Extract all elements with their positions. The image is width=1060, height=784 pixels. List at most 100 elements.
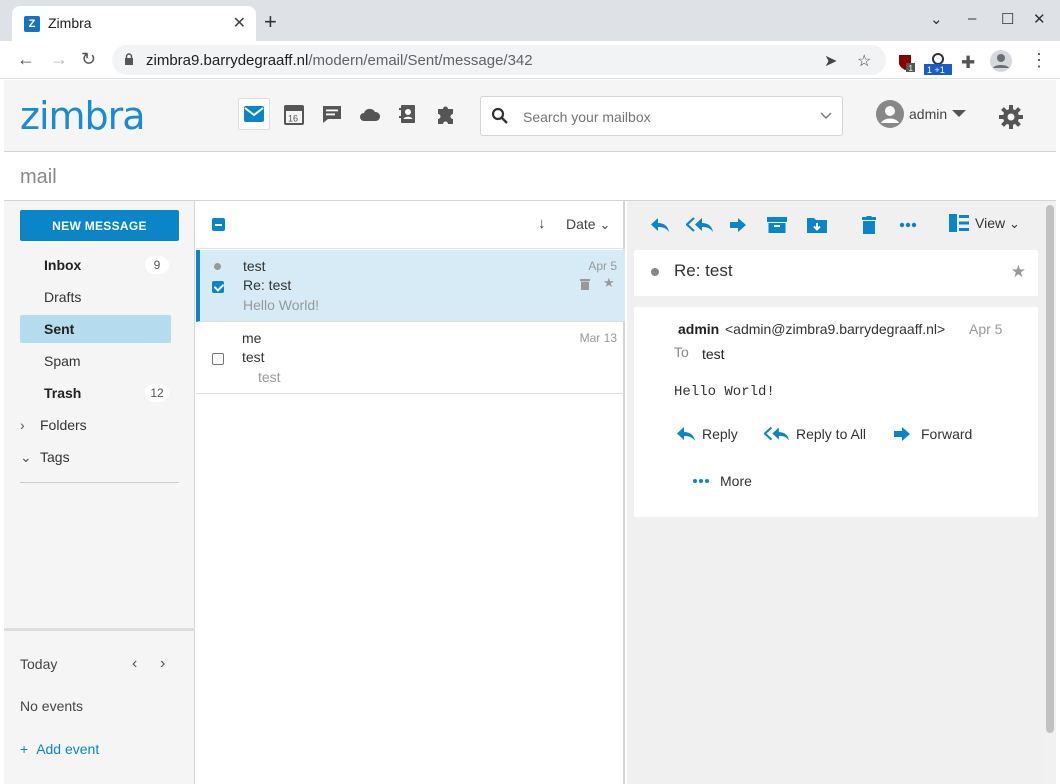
sidebar-divider <box>20 482 179 483</box>
search-icon[interactable] <box>491 107 509 125</box>
bookmark-star-icon[interactable]: ☆ <box>857 51 871 71</box>
zimbra-header: zimbra 16 Search your mailbox admin <box>4 80 1056 152</box>
folder-drafts[interactable]: Drafts <box>20 283 171 311</box>
send-icon[interactable]: ➤ <box>824 51 837 71</box>
briefcase-cloud-icon[interactable] <box>354 98 386 130</box>
new-message-button[interactable]: NEW MESSAGE <box>20 210 179 241</box>
sort-direction-icon[interactable]: ↓ <box>538 215 546 232</box>
close-window-icon[interactable]: ✕ <box>1033 10 1046 28</box>
reply-all-icon <box>764 426 790 441</box>
view-layout-icon <box>949 214 969 232</box>
close-tab-icon[interactable]: ✕ <box>233 13 246 33</box>
zimbra-logo[interactable]: zimbra <box>20 94 146 138</box>
password-extension-icon[interactable]: 1 +1 <box>924 53 952 75</box>
reply-icon[interactable] <box>648 214 672 236</box>
reader-toolbar: View ⌄ <box>627 201 1044 249</box>
chevron-down-icon[interactable] <box>820 109 832 121</box>
profile-icon[interactable] <box>990 50 1012 72</box>
new-tab-icon[interactable]: + <box>264 11 277 33</box>
read-status-dot[interactable] <box>651 268 659 276</box>
reply-button[interactable]: Reply <box>676 426 738 442</box>
browser-tab[interactable]: Z Zimbra ✕ <box>12 6 256 41</box>
today-label: Today <box>20 656 58 672</box>
reply-all-button[interactable]: Reply to All <box>764 426 866 442</box>
tab-strip: Z Zimbra ✕ + ⌄ – ☐ ✕ <box>0 0 1060 41</box>
back-icon[interactable]: ← <box>17 49 35 69</box>
archive-icon[interactable] <box>765 214 789 236</box>
sort-by-label: Date <box>566 216 596 232</box>
message-preview: Hello World! <box>243 297 319 313</box>
forward-icon[interactable] <box>726 214 750 236</box>
folder-sent[interactable]: Sent <box>20 315 171 343</box>
message-row[interactable]: test Re: test Hello World! Apr 5 ★ <box>196 250 625 322</box>
message-date: Apr 5 <box>588 259 617 273</box>
star-icon[interactable]: ★ <box>1011 262 1026 282</box>
mail-app-icon[interactable] <box>238 98 270 130</box>
forward-nav-icon[interactable]: → <box>50 49 68 69</box>
sort-by-dropdown[interactable]: Date ⌄ <box>566 216 610 233</box>
chevron-left-icon[interactable]: ‹ <box>132 655 137 673</box>
message-from: me <box>242 330 262 346</box>
move-to-folder-icon[interactable] <box>805 214 829 236</box>
message-checkbox[interactable] <box>212 353 224 365</box>
folder-spam[interactable]: Spam <box>20 347 171 375</box>
forward-button[interactable]: Forward <box>893 426 972 442</box>
reply-all-icon[interactable] <box>685 214 715 236</box>
sender-name[interactable]: admin <box>678 321 719 337</box>
lock-icon <box>125 53 133 65</box>
svg-text:1: 1 <box>909 64 914 73</box>
more-button[interactable]: More <box>692 473 752 489</box>
view-dropdown[interactable]: View ⌄ <box>949 214 1020 232</box>
folders-tree-toggle[interactable]: › Folders <box>20 417 87 433</box>
folder-trash[interactable]: Trash 12 <box>20 379 171 407</box>
tags-tree-label: Tags <box>40 449 70 465</box>
maximize-icon[interactable]: ☐ <box>1001 10 1014 28</box>
chat-app-icon[interactable] <box>316 98 348 130</box>
reload-icon[interactable]: ↻ <box>81 49 96 69</box>
scrollbar[interactable] <box>1044 201 1056 784</box>
tags-tree-toggle[interactable]: ⌄ Tags <box>20 449 70 466</box>
select-all-checkbox[interactable] <box>212 218 225 231</box>
more-dots-icon <box>693 479 709 483</box>
recipient[interactable]: test <box>702 346 725 362</box>
message-from: test <box>243 258 266 274</box>
calendar-widget: Today ‹ › No events + Add event <box>4 628 195 784</box>
message-date: Mar 13 <box>579 331 617 345</box>
no-events-text: No events <box>20 698 84 714</box>
message-row[interactable]: me test test Mar 13 <box>196 322 625 394</box>
sidebar: NEW MESSAGE Inbox 9 Drafts Sent Spam Tra… <box>4 201 195 784</box>
delete-icon[interactable] <box>857 214 881 236</box>
star-icon[interactable]: ★ <box>603 275 615 291</box>
url-path: /modern/email/Sent/message/342 <box>308 52 533 69</box>
integrations-puzzle-icon[interactable] <box>430 98 462 130</box>
minimize-icon[interactable]: – <box>968 10 976 27</box>
contacts-app-icon[interactable] <box>392 98 424 130</box>
sender-email[interactable]: <admin@zimbra9.barrydegraaff.nl> <box>725 321 945 337</box>
message-checkbox[interactable] <box>212 281 224 293</box>
chrome-menu-icon[interactable]: ⋮ <box>1030 50 1048 70</box>
add-event-label: Add event <box>36 741 100 757</box>
search-input[interactable] <box>523 106 813 128</box>
address-bar[interactable]: zimbra9.barrydegraaff.nl/modern/email/Se… <box>112 45 886 75</box>
search-box <box>480 96 843 136</box>
scrollbar-thumb[interactable] <box>1046 205 1054 733</box>
chevron-right-icon[interactable]: › <box>160 655 165 673</box>
unread-count-badge: 9 <box>145 256 169 274</box>
svg-text:16: 16 <box>288 114 298 124</box>
read-status-dot[interactable] <box>214 263 221 270</box>
browser-window: Z Zimbra ✕ + ⌄ – ☐ ✕ ← → ↻ zimbra9.barry… <box>0 0 1060 784</box>
message-list-header: ↓ Date ⌄ <box>196 201 625 249</box>
reply-all-label: Reply to All <box>796 426 867 442</box>
message-subject: test <box>242 349 265 365</box>
message-card: admin <admin@zimbra9.barrydegraaff.nl> A… <box>634 307 1038 517</box>
svg-text:1 +1: 1 +1 <box>927 65 945 75</box>
more-actions-icon[interactable] <box>896 214 920 236</box>
extensions-puzzle-icon[interactable]: ✚ <box>961 53 975 72</box>
calendar-app-icon[interactable]: 16 <box>278 98 310 130</box>
add-event-link[interactable]: + Add event <box>20 741 99 757</box>
folder-inbox[interactable]: Inbox 9 <box>20 251 171 279</box>
ublock-extension-icon[interactable]: 1 <box>897 53 917 73</box>
tab-search-icon[interactable]: ⌄ <box>930 10 943 28</box>
trash-icon[interactable] <box>580 278 590 290</box>
gear-icon[interactable] <box>998 104 1024 130</box>
